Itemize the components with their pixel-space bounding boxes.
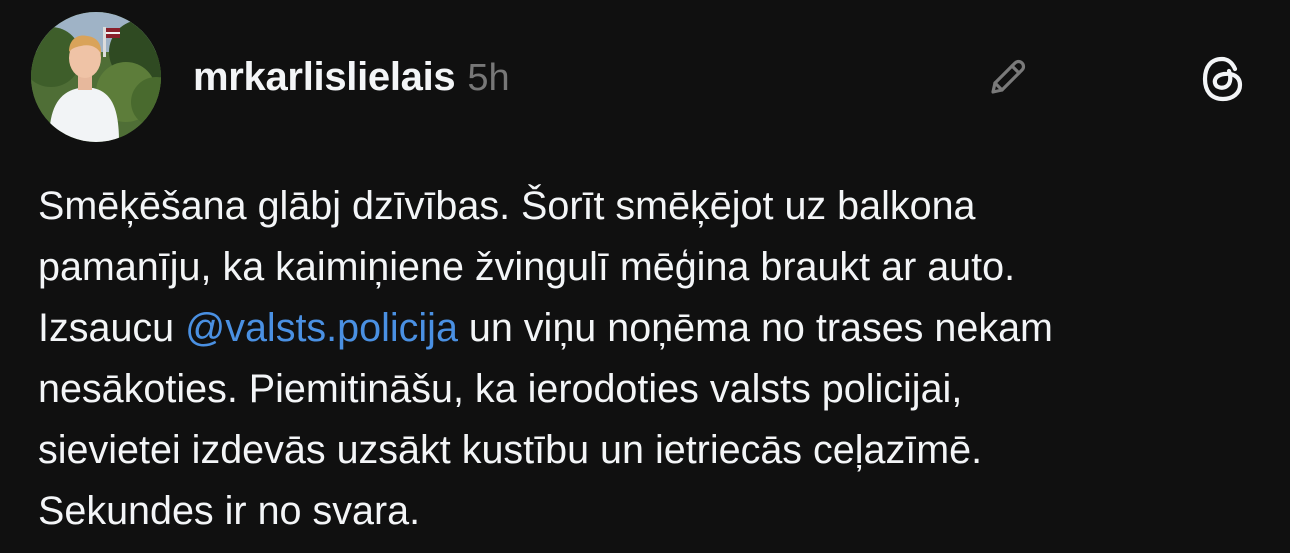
post-text-line: Izsaucu @valsts.policija un viņu noņēma … — [38, 298, 1268, 359]
thread-post: mrkarlislielais 5h Smēķēšana glābj dzīvī… — [0, 0, 1290, 553]
post-text-line: Sekundes ir no svara. — [38, 489, 421, 533]
threads-menu-button[interactable] — [1197, 55, 1249, 107]
edit-button[interactable] — [982, 55, 1032, 105]
avatar[interactable] — [31, 12, 161, 142]
post-body: Smēķēšana glābj dzīvības. Šorīt smēķējot… — [38, 176, 1268, 542]
post-header: mrkarlislielais 5h — [193, 55, 510, 105]
mention-link[interactable]: @valsts.policija — [185, 306, 458, 350]
username-link[interactable]: mrkarlislielais — [193, 55, 456, 100]
post-text-segment: un viņu noņēma no trases nekam — [457, 306, 1053, 350]
threads-logo-icon — [1200, 55, 1246, 108]
post-text-line: sievietei izdevās uzsākt kustību un ietr… — [38, 428, 983, 472]
post-text-line: Smēķēšana glābj dzīvības. Šorīt smēķējot… — [38, 184, 976, 228]
post-text-segment: Izsaucu — [38, 306, 186, 350]
pencil-icon — [984, 55, 1030, 106]
post-text-line: nesākoties. Piemitināšu, ka ierodoties v… — [38, 367, 963, 411]
post-text-line: pamanīju, ka kaimiņiene žvingulī mēģina … — [38, 245, 1016, 289]
post-timestamp: 5h — [467, 57, 510, 99]
